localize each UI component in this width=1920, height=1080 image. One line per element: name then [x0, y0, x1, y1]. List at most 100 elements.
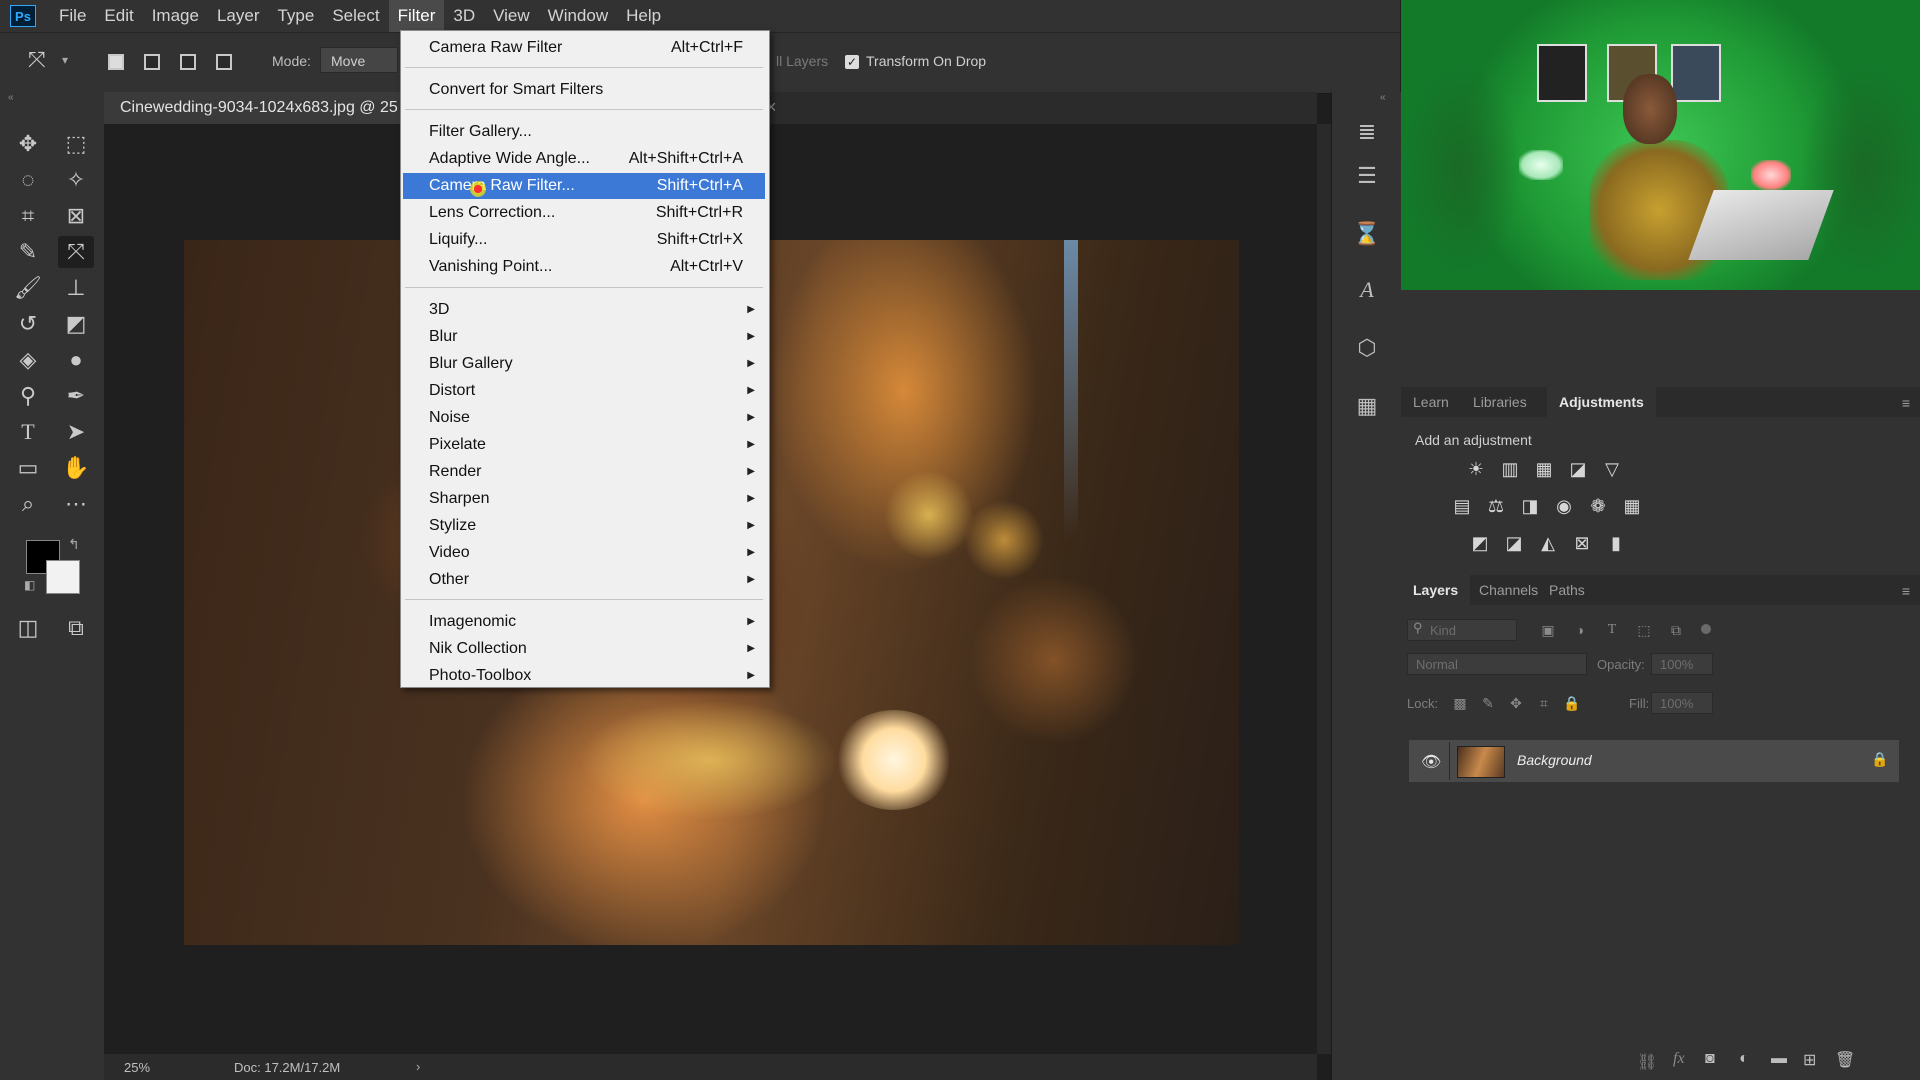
smart-object-filter-icon[interactable]: ⧉	[1663, 617, 1689, 643]
lock-position-icon[interactable]: ✥	[1503, 690, 1529, 716]
stamp-tool-icon[interactable]: ⊥	[58, 272, 94, 304]
menu-item-camera-raw[interactable]: Camera Raw Filter... Shift+Ctrl+A	[403, 173, 765, 199]
panel-menu-icon[interactable]: ≡	[1902, 395, 1910, 411]
selection-new-icon[interactable]	[108, 54, 124, 70]
content-aware-move-tool-icon[interactable]: ⤧	[58, 236, 94, 268]
mode-select[interactable]: Move	[320, 47, 398, 73]
menu-item-filter-gallery[interactable]: Filter Gallery...	[403, 119, 765, 145]
3d-icon[interactable]: ⬡	[1349, 330, 1385, 366]
character-icon[interactable]: A	[1349, 272, 1385, 308]
menu-item-stylize[interactable]: Stylize ▶	[403, 513, 765, 539]
magic-wand-tool-icon[interactable]: ✧	[58, 164, 94, 196]
tool-preset-chevron-icon[interactable]: ▾	[62, 53, 68, 67]
menu-edit[interactable]: Edit	[95, 0, 142, 32]
black-white-icon[interactable]: ◨	[1517, 493, 1543, 519]
menu-item-distort[interactable]: Distort ▶	[403, 378, 765, 404]
zoom-level[interactable]: 25%	[124, 1060, 150, 1075]
menu-item-imagenomic[interactable]: Imagenomic ▶	[403, 609, 765, 635]
brush-settings-icon[interactable]: ≣	[1349, 114, 1385, 150]
vibrance-icon[interactable]: ▽	[1599, 456, 1625, 482]
gradient-map-icon[interactable]: ▮	[1603, 530, 1629, 556]
screen-mode-icon[interactable]: ⧉	[58, 612, 94, 644]
new-layer-icon[interactable]: ⊞	[1803, 1050, 1816, 1070]
shape-tool-icon[interactable]: ▭	[10, 452, 46, 484]
menu-filter[interactable]: Filter	[388, 0, 445, 32]
type-tool-icon[interactable]: T	[10, 416, 46, 448]
swap-colors-icon[interactable]: ↰	[68, 536, 80, 553]
blend-mode-select[interactable]: Normal	[1407, 653, 1587, 675]
threshold-icon[interactable]: ◭	[1535, 530, 1561, 556]
menu-item-vanishing-point[interactable]: Vanishing Point... Alt+Ctrl+V	[403, 254, 765, 280]
eye-icon[interactable]: 👁	[1421, 752, 1441, 772]
menu-file[interactable]: File	[50, 0, 95, 32]
menu-item-convert-smart[interactable]: Convert for Smart Filters	[403, 77, 765, 103]
new-group-icon[interactable]: ▬	[1771, 1050, 1787, 1068]
zoom-tool-icon[interactable]: ⌕	[10, 488, 46, 520]
opacity-input[interactable]: 100%	[1651, 653, 1713, 675]
tab-learn[interactable]: Learn	[1401, 387, 1461, 417]
brush-tool-icon[interactable]: 🖌	[10, 272, 46, 304]
posterize-icon[interactable]: ◪	[1501, 530, 1527, 556]
selective-color-icon[interactable]: ⊠	[1569, 530, 1595, 556]
lock-artboard-icon[interactable]: ⌗	[1531, 690, 1557, 716]
link-layers-icon[interactable]: ⛓	[1637, 1052, 1657, 1072]
marquee-tool-icon[interactable]: ⬚	[58, 128, 94, 160]
selection-intersect-icon[interactable]	[216, 54, 232, 70]
menu-item-photo-toolbox[interactable]: Photo-Toolbox ▶	[403, 663, 765, 689]
glyphs-icon[interactable]: ▦	[1349, 388, 1385, 424]
hue-saturation-icon[interactable]: ▤	[1449, 493, 1475, 519]
shape-layer-filter-icon[interactable]: ⬚	[1631, 617, 1657, 643]
menu-3d[interactable]: 3D	[444, 0, 484, 32]
canvas-scrollbar[interactable]	[1317, 124, 1331, 1054]
crop-tool-icon[interactable]: ⌗	[10, 200, 46, 232]
brightness-contrast-icon[interactable]: ☀	[1463, 456, 1489, 482]
tab-layers[interactable]: Layers	[1401, 575, 1471, 605]
history-icon[interactable]: ⌛	[1349, 216, 1385, 252]
transform-on-drop-checkbox[interactable]: ✓	[845, 55, 859, 69]
quick-mask-icon[interactable]: ◫	[10, 612, 46, 644]
tab-paths[interactable]: Paths	[1537, 575, 1597, 605]
color-lookup-icon[interactable]: ▦	[1619, 493, 1645, 519]
add-mask-icon[interactable]: ◙	[1705, 1050, 1715, 1068]
menu-type[interactable]: Type	[268, 0, 323, 32]
menu-item-video[interactable]: Video ▶	[403, 540, 765, 566]
menu-item-blur-gallery[interactable]: Blur Gallery ▶	[403, 351, 765, 377]
menu-item-render[interactable]: Render ▶	[403, 459, 765, 485]
lock-transparent-icon[interactable]: ▩	[1447, 690, 1473, 716]
lasso-tool-icon[interactable]: ◌	[10, 164, 46, 196]
dodge-tool-icon[interactable]: ⚲	[10, 380, 46, 412]
layer-kind-filter[interactable]: Kind	[1407, 619, 1517, 641]
collapse-icon[interactable]: «	[8, 92, 14, 103]
layer-row[interactable]: 👁 Background 🔒	[1409, 740, 1899, 782]
selection-subtract-icon[interactable]	[180, 54, 196, 70]
menu-layer[interactable]: Layer	[208, 0, 269, 32]
frame-tool-icon[interactable]: ⊠	[58, 200, 94, 232]
photo-filter-icon[interactable]: ◉	[1551, 493, 1577, 519]
exposure-icon[interactable]: ◪	[1565, 456, 1591, 482]
curves-icon[interactable]: ▦	[1531, 456, 1557, 482]
menu-item-camera-raw-last[interactable]: Camera Raw Filter Alt+Ctrl+F	[403, 35, 765, 61]
pen-tool-icon[interactable]: ✒	[58, 380, 94, 412]
history-brush-tool-icon[interactable]: ↺	[10, 308, 46, 340]
lock-all-icon[interactable]: 🔒	[1559, 690, 1585, 716]
tab-adjustments[interactable]: Adjustments	[1547, 387, 1656, 417]
collapse-icon[interactable]: «	[1380, 92, 1386, 103]
paint-bucket-tool-icon[interactable]: ◈	[10, 344, 46, 376]
menu-image[interactable]: Image	[143, 0, 208, 32]
menu-item-adaptive-wide-angle[interactable]: Adaptive Wide Angle... Alt+Shift+Ctrl+A	[403, 146, 765, 172]
lock-image-icon[interactable]: ✎	[1475, 690, 1501, 716]
menu-item-noise[interactable]: Noise ▶	[403, 405, 765, 431]
move-tool-icon[interactable]: ✥	[10, 128, 46, 160]
fill-input[interactable]: 100%	[1651, 692, 1713, 714]
menu-item-3d[interactable]: 3D ▶	[403, 297, 765, 323]
more-tools-icon[interactable]: ⋯	[58, 488, 94, 520]
eraser-tool-icon[interactable]: ◩	[58, 308, 94, 340]
filter-toggle[interactable]	[1701, 624, 1711, 634]
menu-item-sharpen[interactable]: Sharpen ▶	[403, 486, 765, 512]
menu-item-lens-correction[interactable]: Lens Correction... Shift+Ctrl+R	[403, 200, 765, 226]
adjustment-layer-filter-icon[interactable]: ◑	[1567, 617, 1593, 643]
menu-item-blur[interactable]: Blur ▶	[403, 324, 765, 350]
selection-add-icon[interactable]	[144, 54, 160, 70]
levels-icon[interactable]: ▥	[1497, 456, 1523, 482]
menu-help[interactable]: Help	[617, 0, 670, 32]
